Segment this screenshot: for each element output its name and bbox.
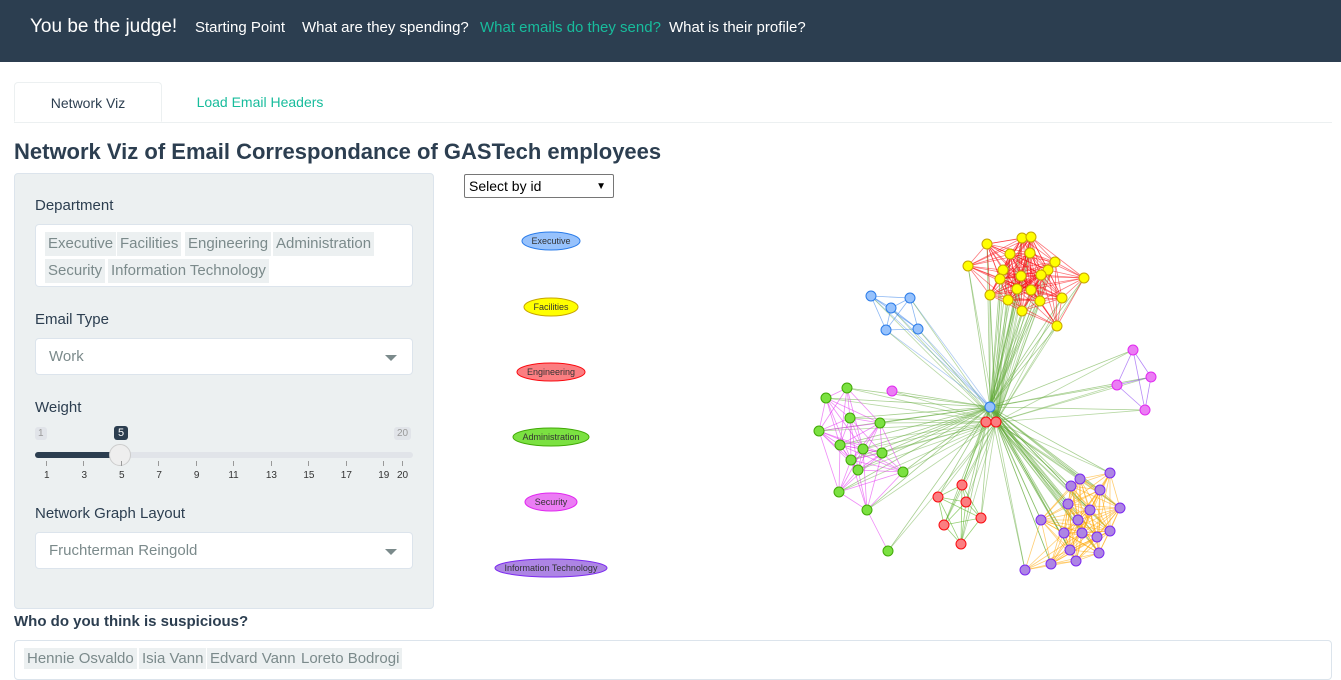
graph-node[interactable] [984, 289, 996, 301]
graph-node[interactable] [1056, 292, 1068, 304]
graph-node[interactable] [1011, 283, 1023, 295]
graph-node[interactable] [844, 412, 856, 424]
graph-node[interactable] [882, 545, 894, 557]
graph-node[interactable] [960, 496, 972, 508]
graph-edge [917, 328, 991, 408]
graph-node[interactable] [1072, 514, 1084, 526]
graph-edge [870, 295, 911, 299]
graph-node[interactable] [956, 479, 968, 491]
graph-node[interactable] [1051, 320, 1063, 332]
graph-node[interactable] [885, 302, 897, 314]
graph-edge [887, 421, 997, 552]
graph-node[interactable] [1016, 305, 1028, 317]
graph-node[interactable] [1002, 294, 1014, 306]
graph-edge [989, 384, 1118, 408]
network-graph[interactable]: Executive Facilities Engineering Administra… [0, 0, 1341, 656]
graph-node[interactable] [980, 416, 992, 428]
graph-node[interactable] [955, 538, 967, 550]
graph-node[interactable] [1127, 344, 1139, 356]
graph-node[interactable] [857, 443, 869, 455]
graph-node[interactable] [1034, 295, 1046, 307]
graph-edge [989, 406, 1146, 411]
graph-node[interactable] [1104, 525, 1116, 537]
graph-node[interactable] [1064, 544, 1076, 556]
graph-node[interactable] [1074, 473, 1086, 485]
graph-node[interactable] [1015, 270, 1027, 282]
graph-node[interactable] [886, 385, 898, 397]
graph-node[interactable] [938, 519, 950, 531]
graph-node[interactable] [1025, 231, 1037, 243]
legend-label: Executive [531, 236, 570, 246]
graph-node[interactable] [833, 486, 845, 498]
graph-node[interactable] [990, 416, 1002, 428]
graph-node[interactable] [1145, 371, 1157, 383]
graph-node[interactable] [1111, 379, 1123, 391]
graph-node[interactable] [1062, 498, 1074, 510]
graph-edge [838, 444, 841, 493]
graph-legend: Executive Facilities Engineering Administra… [494, 231, 608, 578]
legend-label: Engineering [527, 367, 575, 377]
graph-node[interactable] [1065, 480, 1077, 492]
graph-node[interactable] [841, 382, 853, 394]
graph-node[interactable] [1076, 527, 1088, 539]
graph-node[interactable] [1049, 256, 1061, 268]
graph-node[interactable] [997, 264, 1009, 276]
graph-node[interactable] [1094, 484, 1106, 496]
graph-node[interactable] [1114, 502, 1126, 514]
graph-node[interactable] [975, 512, 987, 524]
suspect-chip[interactable]: Edvard Vann [207, 648, 299, 669]
graph-node[interactable] [1139, 404, 1151, 416]
graph-node[interactable] [1084, 504, 1096, 516]
graph-node[interactable] [852, 464, 864, 476]
graph-edge [866, 509, 889, 552]
graph-node[interactable] [876, 447, 888, 459]
graph-node[interactable] [1024, 247, 1036, 259]
graph-node[interactable] [820, 392, 832, 404]
graph-node[interactable] [1104, 467, 1116, 479]
suspect-chip[interactable]: Loreto Bodrogi [298, 648, 403, 669]
legend-label: Facilities [533, 302, 569, 312]
graph-node[interactable] [865, 290, 877, 302]
graph-node[interactable] [1078, 272, 1090, 284]
graph-node[interactable] [1025, 284, 1037, 296]
graph-node[interactable] [897, 466, 909, 478]
graph-node[interactable] [845, 454, 857, 466]
suspicious-label: Who do you think is suspicious? [14, 613, 249, 630]
graph-node[interactable] [874, 417, 886, 429]
suspicious-multiselect[interactable]: Hennie Osvaldo Isia Vann Edvard Vann Lor… [14, 640, 1332, 680]
graph-node[interactable] [1019, 564, 1031, 576]
graph-edge [890, 307, 991, 408]
graph-node[interactable] [1070, 555, 1082, 567]
legend-label: Administration [522, 432, 579, 442]
legend-label: Information Technology [505, 563, 598, 573]
graph-node[interactable] [994, 273, 1006, 285]
graph-node[interactable] [1058, 527, 1070, 539]
graph-node[interactable] [981, 238, 993, 250]
graph-node[interactable] [962, 260, 974, 272]
graph-node[interactable] [813, 425, 825, 437]
legend-label: Security [535, 497, 568, 507]
graph-node[interactable] [984, 401, 996, 413]
graph-edge [909, 297, 991, 408]
graph-node[interactable] [880, 324, 892, 336]
suspect-chip[interactable]: Hennie Osvaldo [24, 648, 137, 669]
graph-edge [943, 484, 963, 526]
graph-edge [995, 409, 1146, 423]
graph-node[interactable] [1093, 547, 1105, 559]
graph-node[interactable] [861, 504, 873, 516]
graph-node[interactable] [1004, 248, 1016, 260]
graph-edge [995, 421, 1072, 487]
graph-node[interactable] [1035, 269, 1047, 281]
suspect-chip[interactable]: Isia Vann [139, 648, 207, 669]
graph-node[interactable] [932, 491, 944, 503]
graph-node[interactable] [904, 292, 916, 304]
graph-node[interactable] [1035, 514, 1047, 526]
graph-node[interactable] [834, 439, 846, 451]
graph-node[interactable] [912, 323, 924, 335]
graph-node[interactable] [1016, 232, 1028, 244]
graph-node[interactable] [1091, 531, 1103, 543]
graph-edge [890, 307, 997, 423]
graph-node[interactable] [1045, 558, 1057, 570]
